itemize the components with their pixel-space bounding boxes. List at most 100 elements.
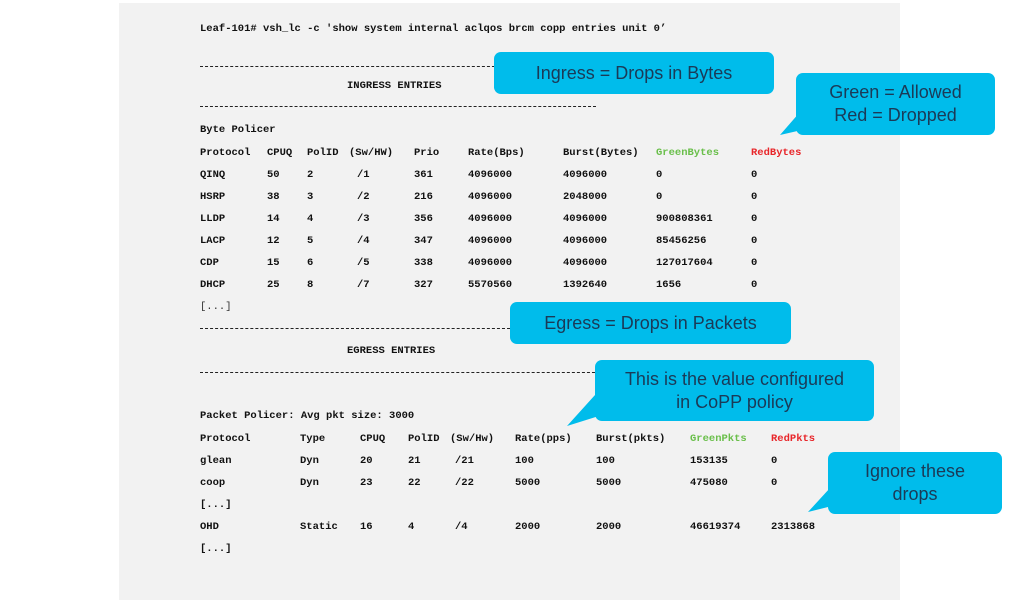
- ingress-row-cell: 4: [307, 213, 314, 225]
- egress-row-cell: 100: [596, 455, 615, 467]
- ingress-row-cell: 4096000: [468, 191, 513, 203]
- ingress-row-cell: 2: [307, 169, 314, 181]
- egress-ellipsis: [...]: [200, 499, 232, 511]
- ingress-row-cell: 38: [267, 191, 280, 203]
- packet-policer-label: Packet Policer: Avg pkt size: 3000: [200, 410, 415, 422]
- separator-line: [200, 328, 510, 329]
- egress-row-cell: 4: [408, 521, 415, 533]
- ingress-row-cell: 6: [307, 257, 314, 269]
- ingress-header-cell: PolID: [307, 147, 339, 159]
- ingress-header-cell: GreenBytes: [656, 147, 720, 159]
- ingress-row-cell: 356: [414, 213, 433, 225]
- ingress-row-cell: 216: [414, 191, 433, 203]
- ingress-row-cell: 4096000: [563, 213, 608, 225]
- ingress-row-cell: 5: [307, 235, 314, 247]
- egress-row-cell: 23: [360, 477, 373, 489]
- egress-header-cell: RedPkts: [771, 433, 816, 445]
- ingress-header-cell: Burst(Bytes): [563, 147, 639, 159]
- ingress-row-cell: 14: [267, 213, 280, 225]
- egress-row-cell: 21: [408, 455, 421, 467]
- ingress-header-cell: Rate(Bps): [468, 147, 525, 159]
- ingress-row-cell: 1656: [656, 279, 682, 291]
- ignore-line2: drops: [892, 484, 938, 504]
- egress-row-cell: 2313868: [771, 521, 816, 533]
- egress-row-cell: 20: [360, 455, 373, 467]
- ingress-callout-text: Ingress = Drops in Bytes: [535, 62, 733, 83]
- ingress-row-cell: 347: [414, 235, 433, 247]
- ingress-callout: Ingress = Drops in Bytes: [494, 52, 774, 94]
- egress-header-cell: PolID: [408, 433, 440, 445]
- ingress-row-cell: 0: [656, 191, 663, 203]
- ingress-row-cell: 8: [307, 279, 314, 291]
- ingress-header-cell: RedBytes: [751, 147, 802, 159]
- egress-row-cell: 16: [360, 521, 373, 533]
- ingress-header-cell: Protocol: [200, 147, 251, 159]
- egress-section-title: EGRESS ENTRIES: [347, 345, 436, 357]
- ingress-row-cell: 0: [751, 279, 758, 291]
- byte-policer-label: Byte Policer: [200, 124, 276, 136]
- ingress-row-cell: DHCP: [200, 279, 226, 291]
- egress-row-cell: 0: [771, 455, 778, 467]
- ingress-row-cell: CDP: [200, 257, 219, 269]
- ingress-row-cell: 0: [751, 235, 758, 247]
- egress-header-cell: GreenPkts: [690, 433, 747, 445]
- egress-header-cell: Protocol: [200, 433, 251, 445]
- ingress-row-cell: 3: [307, 191, 314, 203]
- egress-row-cell: /22: [455, 477, 474, 489]
- ingress-row-cell: 0: [751, 213, 758, 225]
- ingress-row-cell: 1392640: [563, 279, 608, 291]
- egress-row-cell: 5000: [515, 477, 541, 489]
- egress-header-cell: CPUQ: [360, 433, 386, 445]
- legend-red-text: Red = Dropped: [834, 105, 957, 125]
- ingress-row-cell: 338: [414, 257, 433, 269]
- ingress-row-cell: 0: [656, 169, 663, 181]
- egress-callout: Egress = Drops in Packets: [510, 302, 791, 344]
- ingress-row-cell: LACP: [200, 235, 226, 247]
- egress-row-cell: OHD: [200, 521, 219, 533]
- ingress-row-cell: 0: [751, 257, 758, 269]
- egress-row-cell: Dyn: [300, 455, 319, 467]
- ingress-row-cell: 4096000: [468, 213, 513, 225]
- ingress-row-cell: 900808361: [656, 213, 713, 225]
- egress-header-cell: Type: [300, 433, 326, 445]
- separator-line: [200, 372, 600, 373]
- ingress-row-cell: 4096000: [563, 257, 608, 269]
- ingress-row-cell: 4096000: [563, 235, 608, 247]
- ingress-row-cell: 0: [751, 191, 758, 203]
- egress-header-cell: Rate(pps): [515, 433, 572, 445]
- egress-row-cell: 46619374: [690, 521, 741, 533]
- egress-callout-text: Egress = Drops in Packets: [544, 312, 757, 333]
- egress-row-cell: /4: [455, 521, 468, 533]
- ingress-row-cell: 12: [267, 235, 280, 247]
- egress-row-cell: Dyn: [300, 477, 319, 489]
- ingress-row-cell: 327: [414, 279, 433, 291]
- ignore-drops-callout: Ignore these drops: [828, 452, 1002, 514]
- ingress-row-cell: QINQ: [200, 169, 226, 181]
- ingress-row-cell: 4096000: [563, 169, 608, 181]
- ingress-header-cell: Prio: [414, 147, 440, 159]
- egress-row-cell: 22: [408, 477, 421, 489]
- egress-row-cell: glean: [200, 455, 232, 467]
- egress-row-cell: 100: [515, 455, 534, 467]
- configured-line1: This is the value configured: [624, 368, 845, 389]
- egress-row-cell: 5000: [596, 477, 622, 489]
- configured-line2: in CoPP policy: [676, 391, 793, 412]
- ingress-row-cell: 5570560: [468, 279, 513, 291]
- egress-row-cell: 0: [771, 477, 778, 489]
- ingress-row-cell: 0: [751, 169, 758, 181]
- ingress-header-cell: CPUQ: [267, 147, 293, 159]
- egress-header-cell: (Sw/Hw): [450, 433, 495, 445]
- ingress-row-cell: /4: [357, 235, 370, 247]
- ingress-row-cell: /2: [357, 191, 370, 203]
- ingress-row-cell: /3: [357, 213, 370, 225]
- ingress-row-cell: 361: [414, 169, 433, 181]
- ingress-row-cell: 25: [267, 279, 280, 291]
- egress-row-cell: 2000: [596, 521, 622, 533]
- egress-row-cell: coop: [200, 477, 226, 489]
- ingress-row-cell: /5: [357, 257, 370, 269]
- egress-row-cell: 2000: [515, 521, 541, 533]
- ingress-header-cell: (Sw/HW): [349, 147, 394, 159]
- ingress-row-cell: /7: [357, 279, 370, 291]
- command-line: Leaf-101# vsh_lc -c 'show system interna…: [200, 23, 667, 35]
- ingress-row-cell: 4096000: [468, 235, 513, 247]
